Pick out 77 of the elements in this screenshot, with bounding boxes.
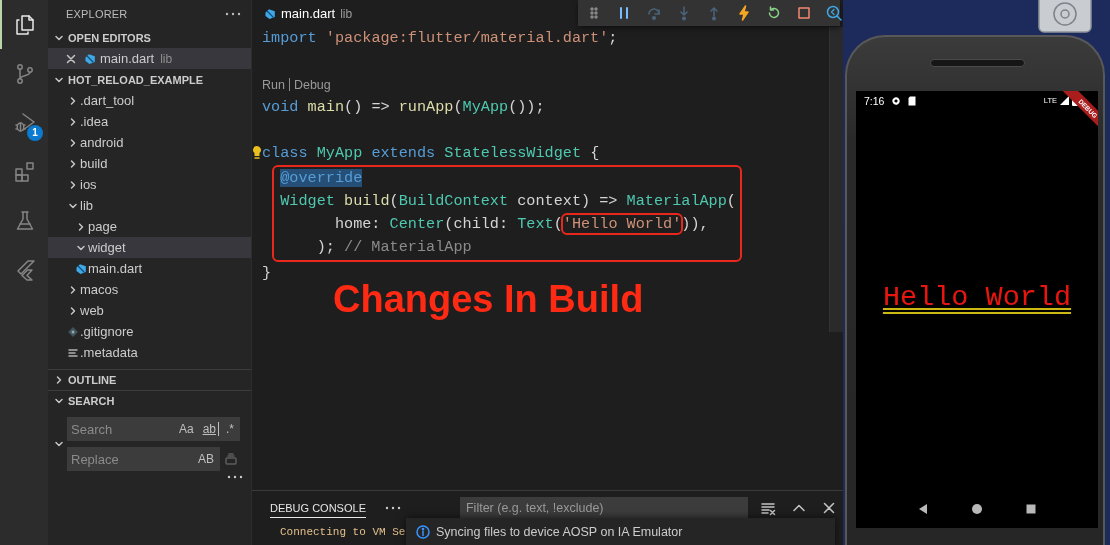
clear-console-icon bbox=[759, 500, 776, 516]
restart-button[interactable] bbox=[766, 5, 782, 21]
home-button[interactable] bbox=[971, 503, 983, 515]
gear-icon bbox=[891, 95, 902, 106]
lightbulb-icon[interactable] bbox=[252, 145, 262, 160]
tree-item[interactable]: main.dart bbox=[48, 258, 251, 279]
replace-field[interactable]: Replace AB bbox=[67, 447, 220, 471]
app-text: Hello World bbox=[882, 281, 1072, 315]
inspector-button[interactable] bbox=[826, 5, 842, 21]
search-field[interactable]: Search Aa ab .* bbox=[67, 417, 240, 441]
code-line: ); // MaterialApp bbox=[315, 237, 473, 258]
tree-item[interactable]: android bbox=[48, 132, 251, 153]
home-icon bbox=[971, 503, 983, 515]
scrollbar[interactable] bbox=[829, 27, 843, 332]
console-line: Connecting to VM Se bbox=[280, 525, 406, 540]
codelens-link[interactable]: Run bbox=[262, 77, 285, 92]
tree-item[interactable]: ios bbox=[48, 174, 251, 195]
tree-item[interactable]: lib bbox=[48, 195, 251, 216]
more-icon[interactable] bbox=[227, 475, 243, 479]
sd-card-icon bbox=[908, 95, 917, 106]
tree-item[interactable]: .metadata bbox=[48, 342, 251, 363]
inspector-icon bbox=[826, 5, 842, 21]
more-icon[interactable] bbox=[384, 506, 401, 510]
text-file-icon bbox=[67, 346, 79, 359]
code-line: home: Center(child: Text('Hello World')), bbox=[333, 214, 710, 235]
status-time: 7:16 bbox=[864, 94, 885, 107]
tree-item[interactable]: build bbox=[48, 153, 251, 174]
git-file-icon bbox=[67, 325, 79, 338]
recents-icon bbox=[1025, 503, 1037, 515]
tree-item[interactable]: page bbox=[48, 216, 251, 237]
tree-item[interactable]: widget bbox=[48, 237, 251, 258]
step-over-icon bbox=[646, 5, 662, 21]
run-debug-icon bbox=[13, 110, 37, 135]
open-editor-item[interactable]: main.dart lib bbox=[48, 48, 251, 69]
editor-tab[interactable]: main.dart lib bbox=[252, 0, 363, 27]
search-option[interactable]: AB bbox=[196, 452, 216, 466]
lightning-button[interactable] bbox=[736, 5, 752, 21]
files-icon bbox=[13, 12, 37, 37]
tree-item[interactable]: .idea bbox=[48, 111, 251, 132]
back-icon bbox=[917, 503, 929, 515]
filter-field[interactable]: Filter (e.g. text, !exclude) bbox=[459, 497, 748, 519]
tree-item[interactable]: .dart_tool bbox=[48, 90, 251, 111]
tree-item[interactable]: .gitignore bbox=[48, 321, 251, 342]
tree-item[interactable]: web bbox=[48, 300, 251, 321]
section-header[interactable]: OPEN EDITORS bbox=[48, 27, 251, 48]
stop-button[interactable] bbox=[796, 5, 812, 21]
section-header[interactable]: OUTLINE bbox=[48, 369, 251, 390]
sidebar-title: EXPLORER bbox=[66, 7, 128, 20]
signal-icon bbox=[1060, 96, 1069, 105]
dart-file-icon bbox=[75, 262, 87, 275]
clear-console-button[interactable] bbox=[759, 500, 776, 516]
more-icon[interactable] bbox=[225, 11, 241, 16]
extensions-icon bbox=[13, 159, 37, 184]
search-option[interactable]: .* bbox=[224, 422, 236, 436]
back-button[interactable] bbox=[917, 503, 929, 515]
tree-item[interactable]: macos bbox=[48, 279, 251, 300]
code-line: } bbox=[261, 263, 273, 284]
stop-icon bbox=[796, 5, 812, 21]
section-header[interactable]: SEARCH bbox=[48, 390, 251, 411]
code-line: import 'package:flutter/material.dart'; bbox=[261, 28, 619, 49]
code-line: Widget build(BuildContext context) => MaterialApp( bbox=[279, 191, 737, 212]
info-icon bbox=[416, 525, 430, 539]
panel-tab[interactable]: DEBUG CONSOLE bbox=[270, 498, 366, 518]
codelens-link[interactable]: Debug bbox=[293, 77, 331, 92]
activity-button[interactable]: 1 bbox=[0, 98, 48, 147]
lightning-icon bbox=[736, 5, 752, 21]
notification-message: Syncing files to device AOSP on IA Emulator bbox=[436, 525, 683, 539]
dart-file-icon bbox=[264, 7, 276, 20]
close-icon[interactable] bbox=[66, 53, 76, 64]
count-badge: 1 bbox=[27, 125, 43, 141]
annotation-text: Changes In Build bbox=[333, 279, 645, 319]
restart-icon bbox=[766, 5, 782, 21]
search-option[interactable]: Aa bbox=[176, 422, 196, 436]
recents-button[interactable] bbox=[1025, 503, 1037, 515]
code-line: void main() => runApp(MyApp()); bbox=[261, 97, 546, 118]
section-header[interactable]: HOT_RELOAD_EXAMPLE bbox=[48, 69, 251, 90]
dart-file-icon bbox=[84, 52, 96, 65]
